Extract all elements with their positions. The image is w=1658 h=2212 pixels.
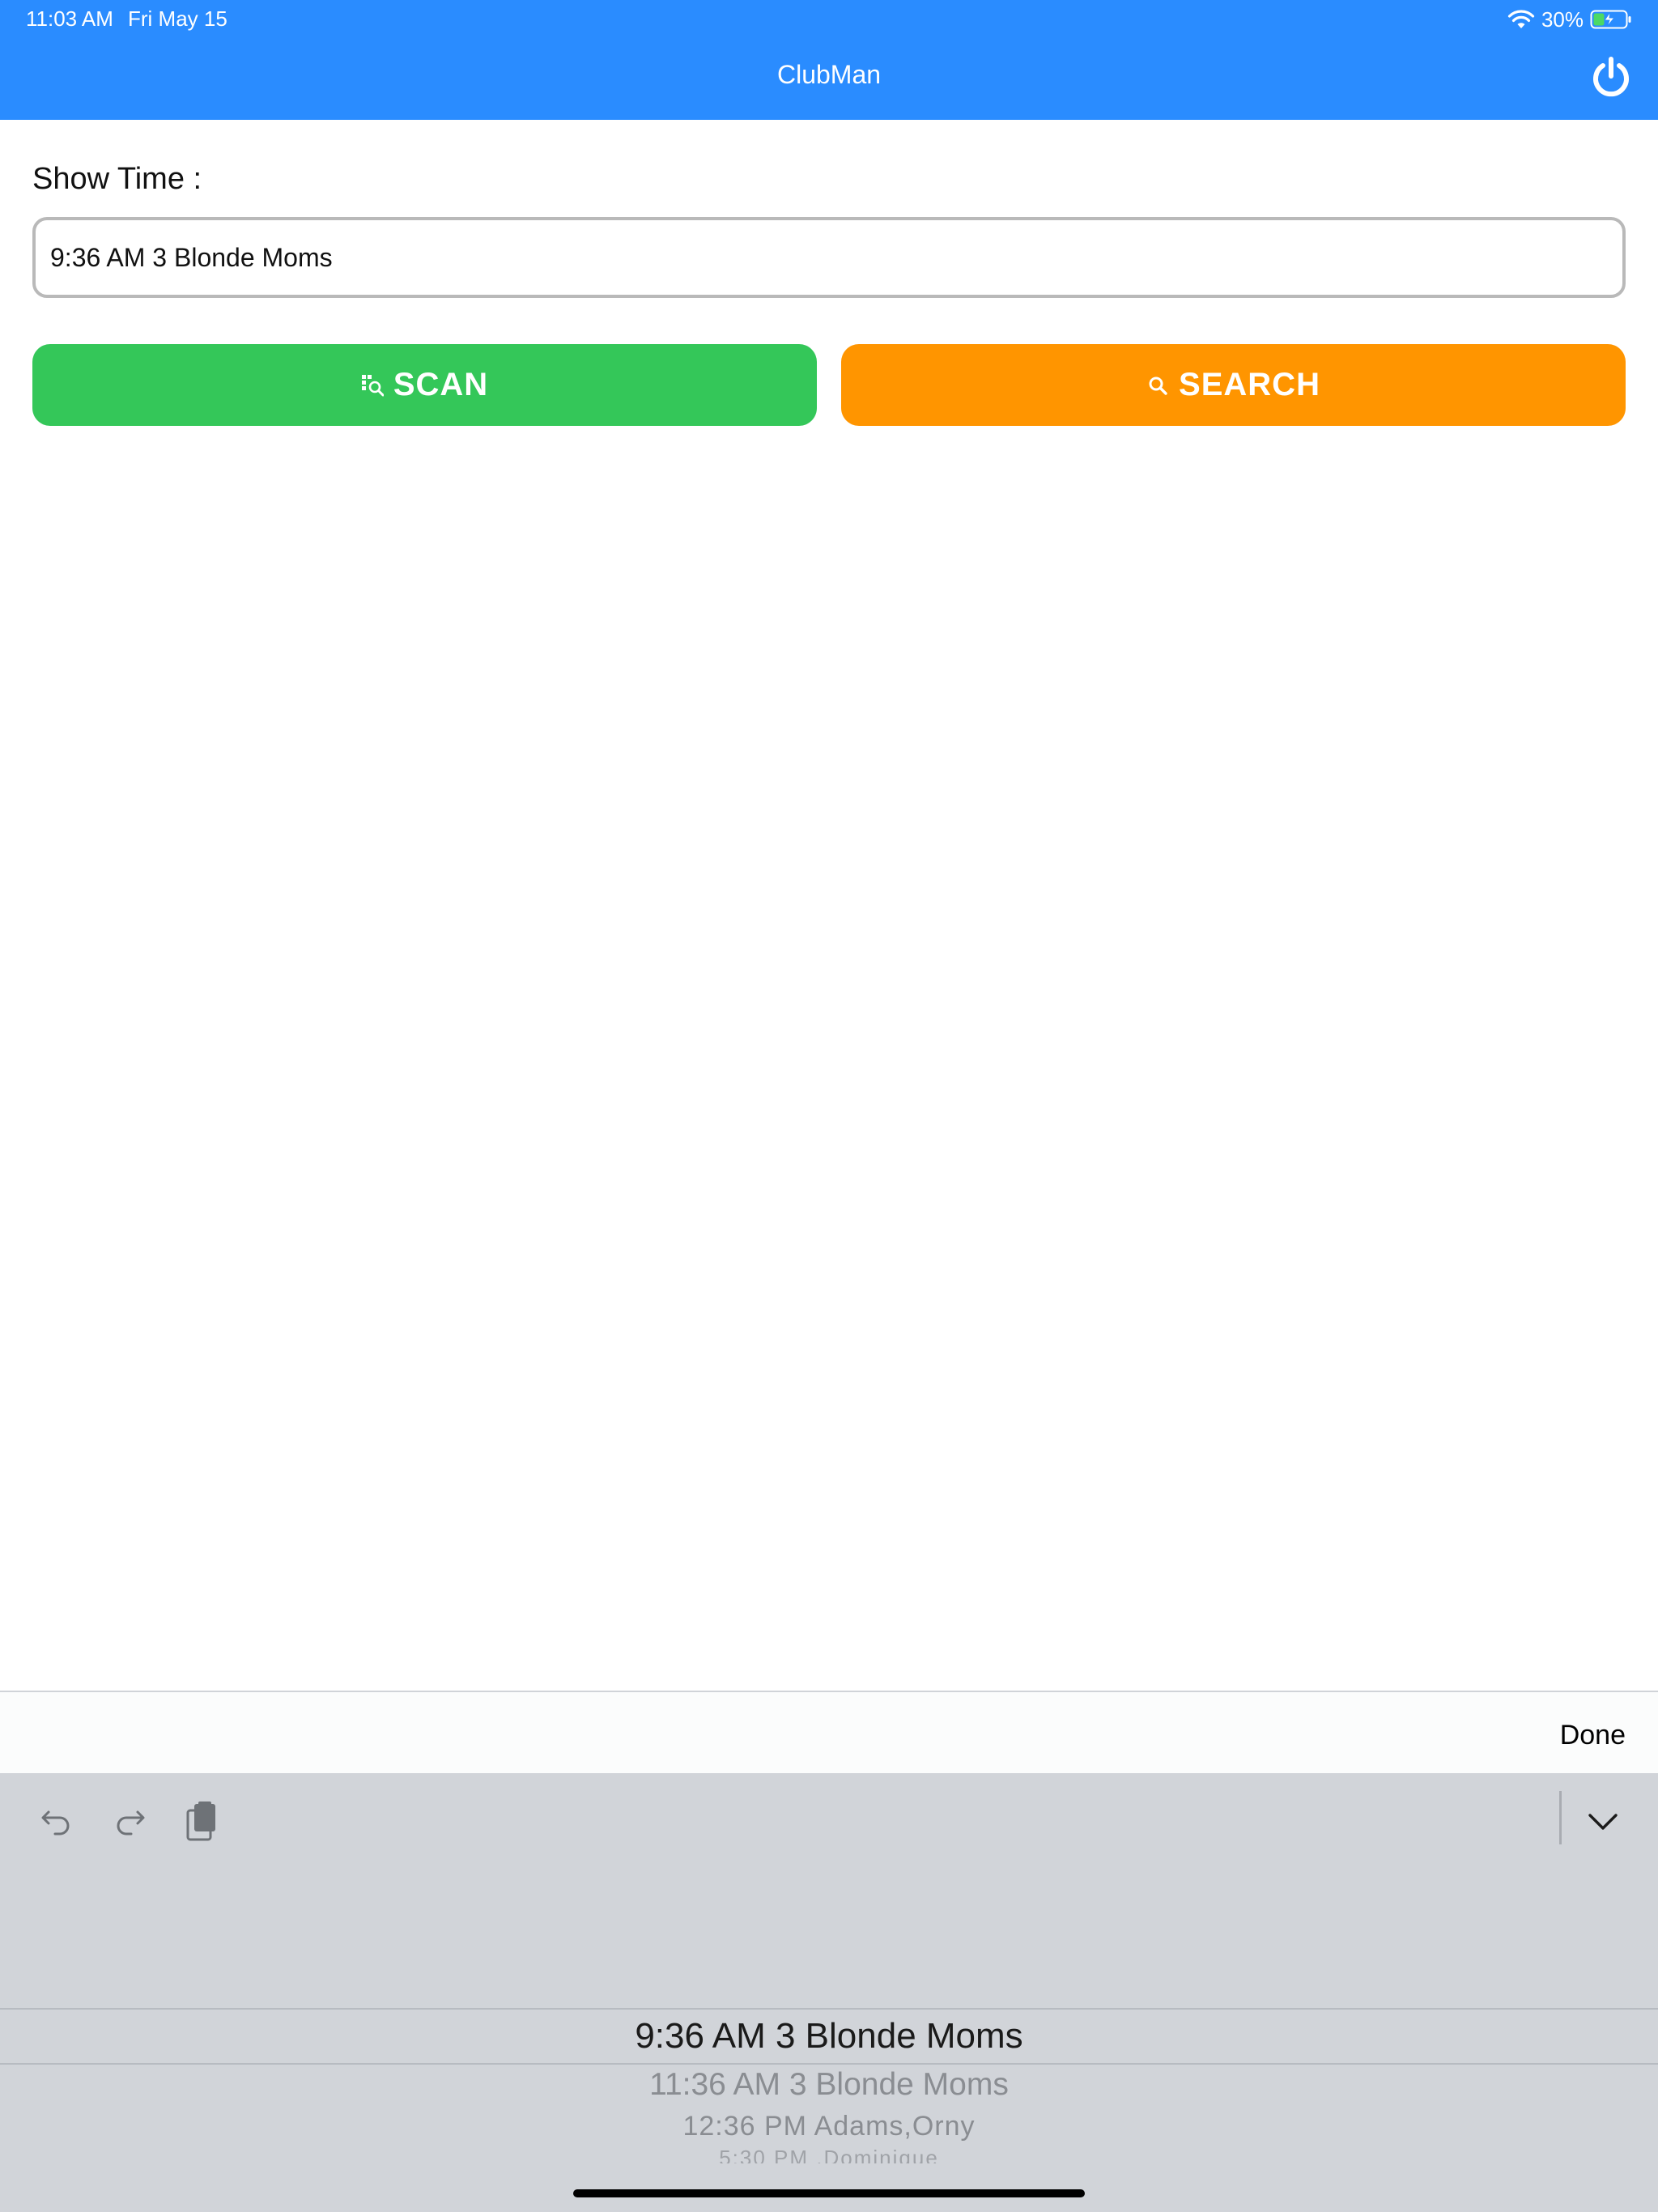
show-time-label: Show Time :	[32, 162, 202, 196]
picker-option[interactable]: 5:30 PM ,Dominique	[0, 2146, 1658, 2163]
app-title: ClubMan	[776, 60, 882, 89]
scan-icon	[361, 374, 384, 396]
status-time: 11:03 AM	[26, 6, 113, 31]
paste-button[interactable]	[176, 1797, 225, 1846]
redo-icon	[117, 1810, 145, 1836]
collapse-keyboard-button[interactable]	[1579, 1797, 1627, 1846]
app-header: 11:03 AM Fri May 15 30% ClubMan	[0, 0, 1658, 120]
status-indicators: 30%	[1507, 6, 1632, 32]
toolbar-divider	[1559, 1791, 1562, 1844]
picker-option[interactable]: 12:36 PM Adams,Orny	[0, 2111, 1658, 2142]
power-button[interactable]	[1588, 55, 1634, 100]
search-label: SEARCH	[1179, 367, 1320, 402]
redo-button[interactable]	[105, 1797, 154, 1846]
battery-icon	[1590, 10, 1631, 29]
show-time-field[interactable]: 9:36 AM 3 Blonde Moms	[32, 217, 1626, 298]
search-icon	[1149, 376, 1167, 395]
status-date: Fri May 15	[128, 6, 227, 31]
done-button[interactable]: Done	[1560, 1720, 1626, 1751]
home-indicator[interactable]	[573, 2189, 1085, 2197]
battery-percent: 30%	[1541, 6, 1584, 32]
paste-icon	[186, 1802, 215, 1841]
search-button[interactable]: SEARCH	[841, 344, 1626, 426]
power-icon	[1593, 57, 1629, 97]
wifi-icon	[1507, 10, 1535, 28]
undo-icon	[41, 1810, 70, 1836]
picker-option[interactable]: 11:36 AM 3 Blonde Moms	[0, 2067, 1658, 2103]
undo-button[interactable]	[32, 1797, 81, 1846]
picker-keyboard: 9:36 AM 3 Blonde Moms 11:36 AM 3 Blonde …	[0, 1773, 1658, 2212]
chevron-down-icon	[1588, 1814, 1618, 1830]
picker-option-selected[interactable]: 9:36 AM 3 Blonde Moms	[0, 2016, 1658, 2057]
input-accessory-bar: Done	[0, 1691, 1658, 1773]
show-time-value: 9:36 AM 3 Blonde Moms	[50, 242, 333, 272]
scan-label: SCAN	[393, 367, 489, 402]
scan-button[interactable]: SCAN	[32, 344, 817, 426]
